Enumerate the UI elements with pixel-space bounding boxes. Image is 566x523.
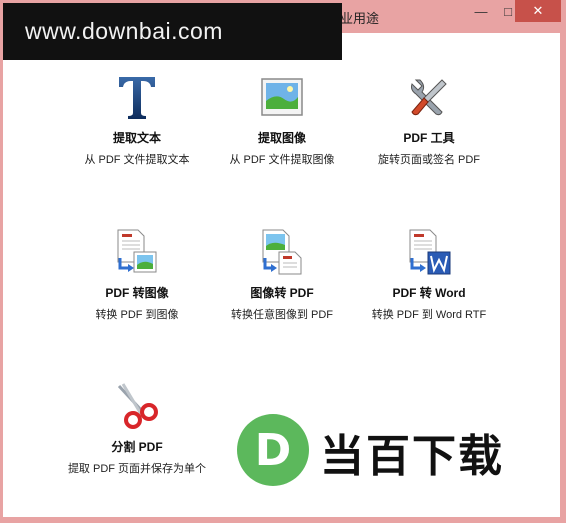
window-frame-right <box>560 0 566 523</box>
window-frame-bottom <box>0 517 566 523</box>
tile-description: 转换 PDF 到图像 <box>95 309 179 321</box>
tile-extract-images[interactable]: 提取图像 从 PDF 文件提取图像 <box>207 73 357 167</box>
pdf-to-word-icon <box>405 228 453 276</box>
tile-pdf-to-word[interactable]: PDF 转 Word 转换 PDF 到 Word RTF <box>354 228 504 322</box>
image-to-pdf-icon <box>258 228 306 276</box>
picture-icon <box>258 73 306 121</box>
tools-icon <box>405 73 453 121</box>
scissors-icon <box>113 382 161 430</box>
brand-logo-letter: D <box>255 425 292 476</box>
tile-title: 图像转 PDF <box>250 286 314 300</box>
pdf-to-image-icon <box>113 228 161 276</box>
tile-pdf-tools[interactable]: PDF 工具 旋转页面或签名 PDF <box>354 73 504 167</box>
tile-title: PDF 转 Word <box>392 286 466 300</box>
tile-description: 从 PDF 文件提取图像 <box>229 154 335 166</box>
tile-title: PDF 工具 <box>403 131 455 145</box>
brand-logo-icon: D <box>237 414 309 486</box>
tile-title: 提取文本 <box>112 131 161 145</box>
app-window: 业用途 — □ ✕ 提取文本 从 PDF 文件提取文本 提取图像 从 PDF 文… <box>0 0 566 523</box>
brand-overlay: D 当百下载 <box>225 390 560 517</box>
tile-title: 分割 PDF <box>111 440 163 454</box>
tile-split-pdf[interactable]: 分割 PDF 提取 PDF 页面并保存为单个 <box>62 382 212 476</box>
window-title: 业用途 <box>340 11 380 26</box>
close-button[interactable]: ✕ <box>515 0 561 22</box>
watermark-banner: www.downbai.com <box>3 3 342 60</box>
tile-description: 转换任意图像到 PDF <box>230 309 334 321</box>
tile-extract-text[interactable]: 提取文本 从 PDF 文件提取文本 <box>62 73 212 167</box>
brand-name: 当百下载 <box>320 431 504 482</box>
tile-description: 转换 PDF 到 Word RTF <box>371 309 487 321</box>
tile-description: 提取 PDF 页面并保存为单个 <box>67 463 207 475</box>
tile-title: 提取图像 <box>257 131 306 145</box>
minimize-button[interactable]: — <box>467 0 495 22</box>
tile-image-to-pdf[interactable]: 图像转 PDF 转换任意图像到 PDF <box>207 228 357 322</box>
letter-t-icon <box>113 73 161 121</box>
tile-description: 从 PDF 文件提取文本 <box>84 154 190 166</box>
tile-title: PDF 转图像 <box>105 286 169 300</box>
tile-pdf-to-image[interactable]: PDF 转图像 转换 PDF 到图像 <box>62 228 212 322</box>
tile-description: 旋转页面或签名 PDF <box>377 154 481 166</box>
